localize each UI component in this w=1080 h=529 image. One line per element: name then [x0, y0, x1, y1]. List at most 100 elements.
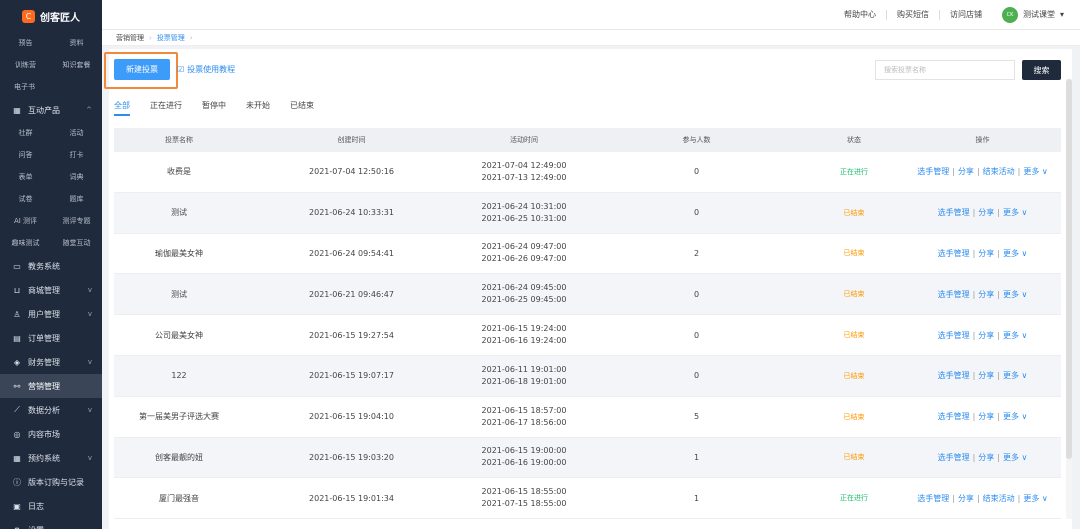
sidebar-menu-label: 教务系统: [28, 261, 60, 271]
sidebar-menu-item[interactable]: ⚙ 设置: [0, 518, 102, 529]
sidebar-grid-item[interactable]: 随堂互动: [51, 238, 102, 248]
vote-tutorial-link[interactable]: ☑ 投票使用教程: [177, 64, 235, 75]
sidebar-grid-item[interactable]: 测评专题: [51, 216, 102, 226]
user-menu[interactable]: CK 测试课堂 ▾: [1001, 6, 1064, 23]
status-badge: 已结束: [843, 249, 865, 258]
tab-paused[interactable]: 暂停中: [202, 100, 226, 116]
sidebar-grid-item[interactable]: 表单: [0, 172, 51, 182]
sidebar-menu-label: 版本订购与记录: [28, 477, 84, 487]
action-separator: |: [952, 167, 955, 177]
cell-activity-time: 2021-06-15 19:00:00 2021-06-16 19:00:00: [459, 445, 589, 469]
action-link[interactable]: 更多 ∨: [1003, 249, 1027, 258]
sidebar-item-ebook[interactable]: 电子书: [0, 76, 102, 98]
action-link[interactable]: 更多 ∨: [1023, 167, 1047, 176]
sidebar-grid-item[interactable]: 试卷: [0, 194, 51, 204]
tab-ended[interactable]: 已结束: [290, 100, 314, 116]
sidebar-grid-item[interactable]: 词典: [51, 172, 102, 182]
sidebar-grid-item[interactable]: 资料: [51, 38, 102, 48]
sidebar-menu-item[interactable]: ▤ 订单管理: [0, 326, 102, 350]
action-link[interactable]: 更多 ∨: [1003, 290, 1027, 299]
sidebar-grid-item[interactable]: AI 测评: [0, 216, 51, 226]
sidebar-menu-item[interactable]: ▣ 日志: [0, 494, 102, 518]
action-separator: |: [997, 208, 1000, 218]
sidebar-grid-item[interactable]: 打卡: [51, 150, 102, 160]
action-link[interactable]: 更多 ∨: [1023, 494, 1047, 503]
sidebar-menu-item[interactable]: ◎ 内容市场: [0, 422, 102, 446]
action-link[interactable]: 选手管理: [938, 412, 970, 421]
cell-created: 2021-06-15 19:03:20: [309, 452, 394, 462]
action-link[interactable]: 分享: [978, 290, 994, 299]
action-link[interactable]: 分享: [958, 494, 974, 503]
action-link[interactable]: 分享: [978, 412, 994, 421]
visit-store-link[interactable]: 访问店铺: [940, 10, 992, 20]
sidebar-menu-item[interactable]: ⚯ 营销管理: [0, 374, 102, 398]
sidebar-menu-item[interactable]: ⓘ 版本订购与记录: [0, 470, 102, 494]
table-row: 测试 2021-06-24 10:33:31 2021-06-24 10:31:00…: [114, 192, 1061, 234]
sidebar-menu-item[interactable]: ⟋ 数据分析 v: [0, 398, 102, 422]
scrollbar[interactable]: [1066, 79, 1072, 519]
sidebar-grid-item[interactable]: 训练营: [0, 60, 51, 70]
breadcrumb-item-marketing[interactable]: 营销管理: [116, 33, 144, 43]
action-link[interactable]: 选手管理: [938, 331, 970, 340]
search-button[interactable]: 搜索: [1022, 60, 1061, 80]
sidebar-grid-item[interactable]: 活动: [51, 128, 102, 138]
brand-logo[interactable]: C 创客匠人: [0, 0, 102, 32]
breadcrumb-item-vote[interactable]: 投票管理: [157, 33, 185, 43]
status-badge: 正在进行: [840, 167, 868, 176]
sidebar-grid-item[interactable]: 社群: [0, 128, 51, 138]
scrollbar-thumb[interactable]: [1066, 79, 1072, 459]
action-link[interactable]: 分享: [978, 453, 994, 462]
action-link[interactable]: 选手管理: [917, 167, 949, 176]
action-link[interactable]: 选手管理: [938, 290, 970, 299]
sidebar-grid-item[interactable]: 知识套餐: [51, 60, 102, 70]
chevron-down-icon: v: [87, 286, 92, 294]
sidebar-menu-label: 用户管理: [28, 309, 60, 319]
action-separator: |: [972, 248, 976, 258]
action-link[interactable]: 分享: [978, 249, 994, 258]
sidebar-menu-label: 日志: [28, 501, 44, 511]
sidebar-menu-item[interactable]: ⊔ 商城管理 v: [0, 278, 102, 302]
sidebar-menu-item[interactable]: ♙ 用户管理 v: [0, 302, 102, 326]
sidebar-menu-item[interactable]: ▭ 教务系统: [0, 254, 102, 278]
table-row: 测试 2021-06-21 09:46:47 2021-06-24 09:45:00…: [114, 274, 1061, 316]
tab-not-started[interactable]: 未开始: [246, 100, 270, 116]
action-link[interactable]: 更多 ∨: [1003, 453, 1027, 462]
action-link[interactable]: 分享: [978, 371, 994, 380]
cell-activity-time: 2021-06-24 09:47:00 2021-06-26 09:47:00: [459, 241, 589, 265]
sidebar-grid-item[interactable]: 趣味测试: [0, 238, 51, 248]
sidebar-menu-item[interactable]: ◈ 财务管理 v: [0, 350, 102, 374]
action-separator: |: [1017, 167, 1021, 177]
action-link[interactable]: 选手管理: [938, 249, 970, 258]
sidebar-grid-item[interactable]: 题库: [51, 194, 102, 204]
action-link[interactable]: 分享: [978, 208, 994, 217]
sidebar-menu-interactive[interactable]: ▦ 互动产品 ^: [0, 98, 102, 122]
action-link[interactable]: 更多 ∨: [1003, 208, 1027, 217]
action-link[interactable]: 选手管理: [917, 494, 949, 503]
action-link[interactable]: 结束活动: [983, 494, 1015, 503]
cell-activity-time: 2021-06-15 19:24:00 2021-06-16 19:24:00: [459, 323, 589, 347]
search-input[interactable]: [875, 60, 1015, 80]
cell-start-time: 2021-06-11 19:01:00: [481, 364, 567, 374]
sidebar-grid-item[interactable]: 问答: [0, 150, 51, 160]
sidebar-grid-item[interactable]: 预告: [0, 38, 51, 48]
sidebar-menu-item[interactable]: ▦ 预约系统 v: [0, 446, 102, 470]
help-center-link[interactable]: 帮助中心: [834, 9, 887, 20]
cell-name: 厦门最强音: [159, 493, 199, 503]
action-link[interactable]: 结束活动: [983, 167, 1015, 176]
action-link[interactable]: 更多 ∨: [1003, 412, 1027, 421]
action-link[interactable]: 选手管理: [938, 453, 970, 462]
sidebar-grid-row: 表单 词典: [0, 166, 102, 188]
brand-logo-icon: C: [22, 9, 35, 23]
action-link[interactable]: 更多 ∨: [1003, 331, 1027, 340]
sidebar-grid-row: 试卷 题库: [0, 188, 102, 210]
new-vote-button[interactable]: 新建投票: [114, 59, 170, 80]
tab-ongoing[interactable]: 正在进行: [150, 100, 182, 116]
tab-all[interactable]: 全部: [114, 100, 130, 116]
action-link[interactable]: 选手管理: [938, 208, 970, 217]
action-link[interactable]: 分享: [978, 331, 994, 340]
calendar-icon: ▦: [13, 453, 21, 463]
action-link[interactable]: 分享: [958, 167, 974, 176]
action-link[interactable]: 更多 ∨: [1003, 371, 1027, 380]
buy-sms-link[interactable]: 购买短信: [887, 9, 940, 20]
action-link[interactable]: 选手管理: [938, 371, 970, 380]
